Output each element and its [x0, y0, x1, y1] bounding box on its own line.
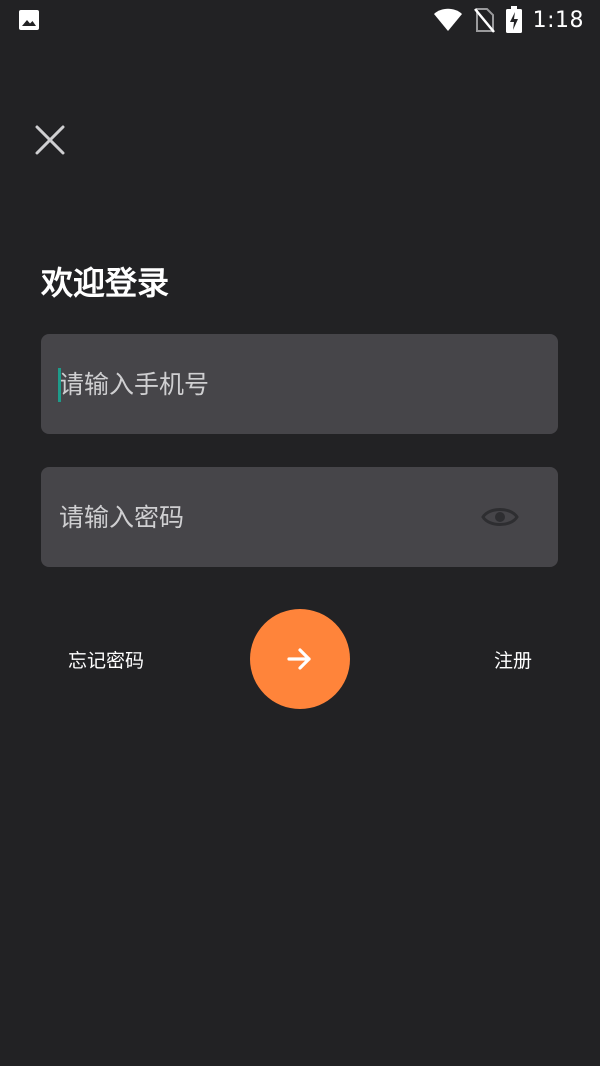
phone-field-container [41, 334, 558, 434]
register-link[interactable]: 注册 [494, 646, 532, 673]
status-left [18, 9, 40, 31]
eye-icon [481, 504, 519, 530]
arrow-right-icon [287, 647, 313, 671]
battery-charging-icon [505, 6, 523, 34]
password-input[interactable] [59, 502, 480, 532]
no-sim-icon [473, 7, 495, 33]
password-field-container [41, 467, 558, 567]
phone-input[interactable] [59, 369, 540, 399]
forgot-password-link[interactable]: 忘记密码 [68, 646, 144, 673]
status-right: 1:18 [433, 6, 584, 34]
close-button[interactable] [30, 120, 70, 160]
login-screen: 1:18 欢迎登录 忘记密码 [0, 0, 600, 1066]
wifi-icon [433, 8, 463, 32]
status-time: 1:18 [532, 7, 584, 33]
password-visibility-toggle[interactable] [480, 497, 520, 537]
status-bar: 1:18 [0, 0, 600, 40]
image-icon [18, 9, 40, 31]
page-title: 欢迎登录 [41, 264, 170, 302]
close-icon [34, 124, 66, 156]
login-submit-button[interactable] [250, 609, 350, 709]
text-cursor [58, 368, 61, 402]
